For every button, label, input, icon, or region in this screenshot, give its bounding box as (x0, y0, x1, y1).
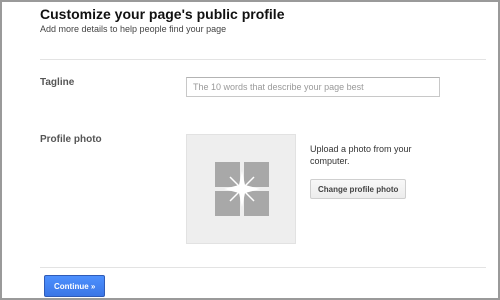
tagline-input[interactable] (186, 77, 440, 97)
photo-placeholder-icon (215, 162, 269, 216)
continue-button[interactable]: Continue » (44, 275, 106, 297)
profile-photo-placeholder (186, 134, 296, 244)
profile-setup-panel: Customize your page's public profile Add… (0, 0, 500, 300)
divider (40, 59, 486, 60)
page-title: Customize your page's public profile (40, 6, 285, 22)
upload-photo-text: Upload a photo from your computer. (310, 144, 412, 166)
tagline-label: Tagline (40, 77, 75, 88)
change-profile-photo-button[interactable]: Change profile photo (310, 179, 407, 199)
divider (40, 267, 486, 268)
page-subtitle: Add more details to help people find you… (40, 24, 227, 34)
profile-photo-label: Profile photo (40, 134, 102, 145)
